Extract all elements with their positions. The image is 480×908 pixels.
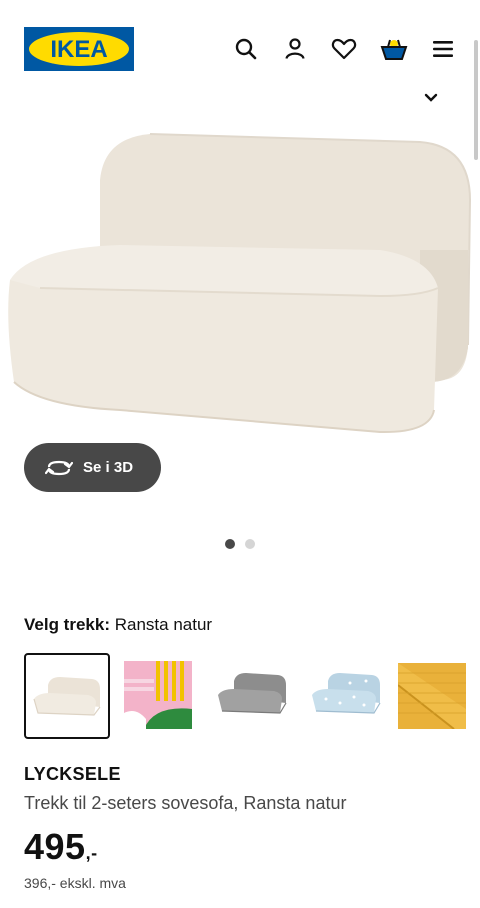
cover-label: Velg trekk: (24, 615, 110, 634)
heart-icon[interactable] (329, 34, 359, 64)
cover-swatches (24, 653, 480, 741)
top-header: IKEA (0, 0, 480, 96)
swatch-ransta-natur[interactable] (24, 653, 110, 739)
swatch-grey[interactable] (212, 653, 298, 739)
product-description: Trekk til 2-seters sovesofa, Ransta natu… (24, 793, 347, 813)
carousel-dot-2[interactable] (245, 539, 255, 549)
view-3d-button[interactable]: Se i 3D (24, 443, 161, 492)
rotate-3d-icon (45, 458, 73, 478)
user-icon[interactable] (280, 34, 310, 64)
ikea-logo[interactable]: IKEA (24, 27, 134, 71)
swatch-yellow[interactable] (397, 663, 466, 730)
product-price: 495,- (24, 826, 98, 868)
carousel-dot-1[interactable] (225, 539, 235, 549)
logo-text: IKEA (50, 36, 107, 63)
menu-icon[interactable] (428, 34, 458, 64)
product-name[interactable]: LYCKSELE (24, 764, 121, 785)
cover-selection: Velg trekk: Ransta natur (24, 615, 212, 635)
view-3d-label: Se i 3D (83, 459, 134, 476)
price-main: 495 (24, 826, 86, 867)
swatch-striped-pattern[interactable] (124, 661, 192, 729)
cover-value: Ransta natur (114, 615, 213, 634)
price-suffix: ,- (85, 843, 98, 863)
basket-icon[interactable] (379, 34, 409, 64)
price-ex-vat: 396,- ekskl. mva (24, 875, 126, 891)
product-image[interactable] (0, 120, 480, 450)
swatch-light-blue-pattern[interactable] (306, 653, 392, 739)
search-icon[interactable] (231, 34, 261, 64)
carousel-dots (225, 539, 255, 549)
chevron-down-icon[interactable] (422, 92, 440, 104)
